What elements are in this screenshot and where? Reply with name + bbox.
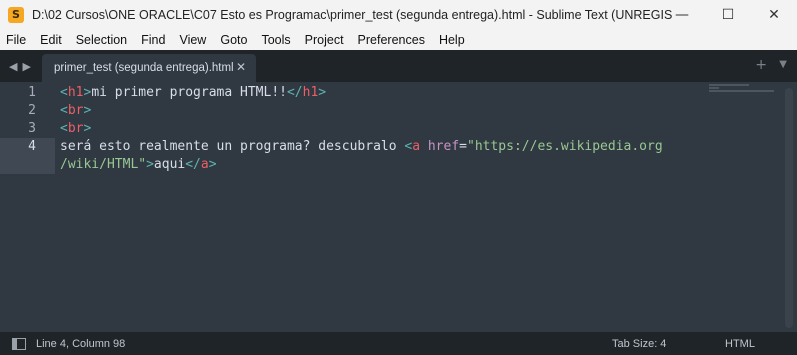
tab-bar: ◀ ▶ primer_test (segunda entrega).html ✕… — [0, 50, 797, 82]
token: < — [60, 121, 68, 136]
token: < — [60, 103, 68, 118]
menu-view[interactable]: View — [172, 33, 213, 47]
menu-edit[interactable]: Edit — [33, 33, 69, 47]
token: = — [459, 139, 467, 154]
vertical-scrollbar[interactable] — [785, 88, 793, 328]
token: br — [67, 103, 84, 118]
menu-selection[interactable]: Selection — [69, 33, 134, 47]
token: /wiki/HTML" — [60, 157, 147, 172]
token: href — [420, 139, 460, 154]
tab-navigation: ◀ ▶ — [9, 60, 31, 73]
close-button[interactable]: ✕ — [751, 0, 797, 30]
window-controls: — ☐ ✕ — [659, 0, 797, 30]
token: > — [83, 121, 92, 136]
menu-find[interactable]: Find — [134, 33, 172, 47]
minimap[interactable] — [709, 84, 779, 94]
token: será esto realmente un programa? descubr… — [60, 139, 405, 154]
menu-goto[interactable]: Goto — [213, 33, 254, 47]
token: mi primer programa HTML!! — [91, 85, 287, 100]
line-number: 1 — [28, 85, 36, 100]
new-tab-icon[interactable]: + — [755, 57, 767, 73]
cursor-position: Line 4, Column 98 — [36, 337, 126, 350]
code-editor[interactable]: 1 2 3 4 <h1>mi primer programa HTML!!</h… — [0, 82, 797, 332]
status-bar: Line 4, Column 98 Tab Size: 4 HTML — [0, 332, 797, 355]
syntax-selector[interactable]: HTML — [725, 338, 755, 350]
token: > — [318, 85, 327, 100]
code-line-4: será esto realmente un programa? descubr… — [60, 138, 663, 156]
menu-tools[interactable]: Tools — [254, 33, 297, 47]
menu-project[interactable]: Project — [298, 33, 351, 47]
token: aqui — [153, 157, 186, 172]
token: > — [208, 157, 217, 172]
tab-label: primer_test (segunda entrega).html — [54, 62, 234, 74]
token: > — [83, 103, 92, 118]
window-title: D:\02 Cursos\ONE ORACLE\C07 Esto es Prog… — [32, 8, 672, 22]
token: a — [412, 139, 421, 154]
tab-size-selector[interactable]: Tab Size: 4 — [612, 338, 666, 350]
title-bar: D:\02 Cursos\ONE ORACLE\C07 Esto es Prog… — [0, 0, 797, 30]
token: </ — [185, 157, 201, 172]
line-number: 3 — [28, 121, 36, 136]
token: "https://es.wikipedia.org — [467, 139, 663, 154]
back-arrow-icon[interactable]: ◀ — [9, 60, 17, 73]
code-line-1: <h1>mi primer programa HTML!!</h1> — [60, 84, 663, 102]
token: > — [146, 157, 154, 172]
sublime-text-icon — [8, 7, 24, 23]
token: </ — [286, 85, 303, 100]
token: < — [60, 85, 68, 100]
line-number: 2 — [28, 103, 36, 118]
tab-primer-test[interactable]: primer_test (segunda entrega).html ✕ — [42, 54, 256, 82]
minimize-button[interactable]: — — [659, 0, 705, 30]
code-line-2: <br> — [60, 102, 663, 120]
menu-preferences[interactable]: Preferences — [351, 33, 432, 47]
token: a — [200, 157, 209, 172]
token: h1 — [67, 85, 84, 100]
menu-help[interactable]: Help — [432, 33, 472, 47]
menu-bar: File Edit Selection Find View Goto Tools… — [0, 30, 797, 50]
tab-list-icon[interactable]: ▼ — [779, 59, 787, 70]
code-line-3: <br> — [60, 120, 663, 138]
line-gutter: 1 2 3 4 — [0, 82, 55, 332]
code-text: <h1>mi primer programa HTML!!</h1> <br> … — [60, 84, 663, 174]
tab-close-icon[interactable]: ✕ — [236, 60, 246, 74]
menu-file[interactable]: File — [0, 33, 33, 47]
forward-arrow-icon[interactable]: ▶ — [22, 60, 30, 73]
token: h1 — [302, 85, 319, 100]
line-number: 4 — [28, 139, 36, 154]
maximize-button[interactable]: ☐ — [705, 0, 751, 30]
sidebar-toggle-icon[interactable] — [12, 337, 26, 350]
token: br — [67, 121, 84, 136]
code-line-4-wrap: /wiki/HTML">aqui</a> — [60, 156, 663, 174]
